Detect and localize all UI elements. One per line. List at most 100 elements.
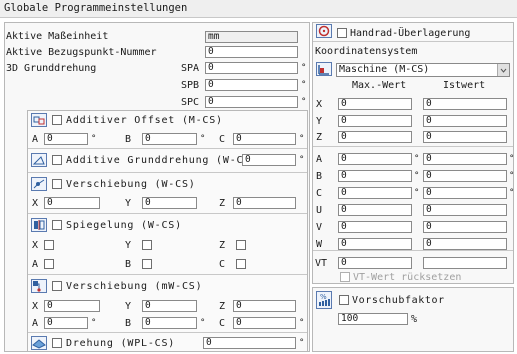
mirror-a-checkbox[interactable]	[44, 259, 54, 269]
offset-checkbox[interactable]	[52, 115, 62, 125]
spb-deg: °	[301, 80, 307, 90]
mirror-checkbox[interactable]	[52, 220, 62, 230]
mirror-a-label: A	[32, 259, 39, 270]
ref-point-field[interactable]: 0	[205, 46, 298, 58]
axis-max-field[interactable]: 0	[338, 153, 412, 165]
spa-deg: °	[301, 63, 307, 73]
offset-icon	[31, 113, 47, 127]
spc-field[interactable]: 0	[205, 96, 298, 108]
shift-icon	[31, 177, 47, 191]
divider	[28, 148, 307, 149]
axis-actual-field[interactable]: 0	[423, 115, 507, 127]
divider	[28, 172, 307, 173]
shift-mw-b-field[interactable]: 0	[142, 317, 197, 329]
shift-x-label: X	[32, 198, 39, 209]
axis-max-field[interactable]: 0	[338, 115, 412, 127]
spa-label: SPA	[181, 63, 200, 74]
offset-a-field[interactable]: 0	[44, 133, 88, 145]
shift-x-field[interactable]: 0	[44, 197, 100, 209]
mirror-z-checkbox[interactable]	[236, 240, 246, 250]
shift-z-field[interactable]: 0	[233, 197, 296, 209]
shift-checkbox[interactable]	[52, 179, 62, 189]
wpl-rotation-field[interactable]: 0	[203, 337, 296, 349]
vt-reset-checkbox[interactable]	[340, 272, 350, 282]
shift-mw-x-label: X	[32, 301, 39, 312]
ref-point-label: Aktive Bezugspunkt-Nummer	[6, 47, 157, 58]
mirror-icon	[31, 218, 47, 232]
spb-field[interactable]: 0	[205, 79, 298, 91]
spc-deg: °	[301, 97, 307, 107]
base-rotation-icon	[31, 153, 47, 167]
shift-mw-label: Verschiebung (mW-CS)	[66, 281, 203, 292]
axis-max-deg: °	[414, 171, 420, 181]
base-rotation-field[interactable]: 0	[242, 154, 296, 166]
vt-reset-label: VT-Wert rücksetzen	[353, 272, 462, 283]
axis-label: B	[316, 171, 323, 182]
handwheel-icon	[316, 24, 332, 38]
wpl-rotation-icon	[31, 336, 47, 350]
feed-factor-checkbox[interactable]	[339, 295, 349, 305]
axis-max-field[interactable]: 0	[338, 98, 412, 110]
coord-label: Koordinatensystem	[315, 46, 418, 57]
axis-actual-field[interactable]: 0	[423, 238, 507, 250]
base-rotation-checkbox[interactable]	[52, 155, 62, 165]
vt-field[interactable]: 0	[338, 257, 412, 269]
axis-max-field[interactable]: 0	[338, 187, 412, 199]
axis-actual-field[interactable]: 0	[423, 131, 507, 143]
axis-label: W	[316, 239, 323, 250]
axis-label: A	[316, 154, 323, 165]
shift-mw-x-field[interactable]: 0	[44, 300, 100, 312]
axis-actual-field[interactable]: 0	[423, 187, 507, 199]
divider	[28, 274, 307, 275]
offset-c-deg: °	[299, 134, 305, 144]
wpl-rotation-label: Drehung (WPL-CS)	[66, 338, 176, 349]
axis-label: Y	[316, 116, 323, 127]
mirror-c-checkbox[interactable]	[236, 259, 246, 269]
mirror-b-checkbox[interactable]	[142, 259, 152, 269]
mirror-x-checkbox[interactable]	[44, 240, 54, 250]
shift-mw-checkbox[interactable]	[52, 281, 62, 291]
feed-factor-icon: %	[316, 291, 332, 309]
offset-b-field[interactable]: 0	[142, 133, 197, 145]
feed-factor-field[interactable]: 100	[338, 313, 408, 325]
spa-field[interactable]: 0	[205, 62, 298, 74]
handwheel-checkbox[interactable]	[337, 28, 347, 38]
offset-c-field[interactable]: 0	[233, 133, 296, 145]
shift-mw-y-field[interactable]: 0	[142, 300, 197, 312]
mirror-y-label: Y	[125, 240, 132, 251]
axis-actual-field[interactable]: 0	[423, 221, 507, 233]
offset-b-label: B	[125, 134, 132, 145]
coord-system-icon	[316, 62, 332, 76]
shift-mw-z-field[interactable]: 0	[233, 300, 296, 312]
col-max-header: Max.-Wert	[352, 80, 407, 91]
axis-actual-deg: °	[509, 188, 515, 198]
divider	[313, 146, 513, 147]
axis-max-field[interactable]: 0	[338, 238, 412, 250]
divider	[28, 213, 307, 214]
vt-actual-field[interactable]	[423, 257, 507, 269]
wpl-rotation-checkbox[interactable]	[52, 338, 62, 348]
handwheel-label: Handrad-Überlagerung	[350, 28, 471, 39]
coord-select[interactable]: Maschine (M-CS)	[336, 63, 510, 77]
base-rotation-label: Additive Grunddrehung (W-CS)	[66, 155, 257, 166]
shift-mw-c-label: C	[219, 318, 226, 329]
mirror-y-checkbox[interactable]	[142, 240, 152, 250]
shift-mw-a-deg: °	[91, 318, 97, 328]
feed-factor-unit: %	[411, 314, 418, 325]
axis-max-field[interactable]: 0	[338, 170, 412, 182]
axis-actual-deg: °	[509, 171, 515, 181]
axis-actual-field[interactable]: 0	[423, 204, 507, 216]
window-title: Globale Programmeinstellungen	[0, 0, 517, 18]
axis-actual-field[interactable]: 0	[423, 153, 507, 165]
axis-actual-field[interactable]: 0	[423, 98, 507, 110]
axis-max-field[interactable]: 0	[338, 221, 412, 233]
shift-y-field[interactable]: 0	[142, 197, 197, 209]
chevron-down-icon[interactable]	[497, 64, 509, 76]
axis-max-field[interactable]: 0	[338, 204, 412, 216]
axis-label: Z	[316, 132, 323, 143]
shift-mw-c-field[interactable]: 0	[233, 317, 296, 329]
axis-max-field[interactable]: 0	[338, 131, 412, 143]
axis-actual-field[interactable]: 0	[423, 170, 507, 182]
vt-label: VT	[315, 258, 328, 269]
shift-mw-a-field[interactable]: 0	[44, 317, 88, 329]
